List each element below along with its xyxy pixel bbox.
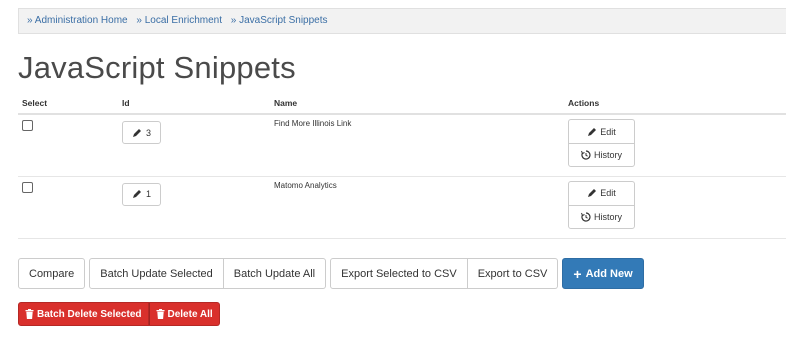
snippet-id: 1 — [146, 189, 152, 199]
history-label: History — [593, 150, 622, 160]
delete-group: Batch Delete Selected Delete All — [18, 302, 220, 326]
table-row: 3 Find More Illinois Link Edit History — [18, 114, 786, 177]
bulk-toolbar: Compare Batch Update Selected Batch Upda… — [18, 258, 644, 289]
edit-label: Edit — [600, 126, 616, 137]
batch-update-group: Batch Update Selected Batch Update All — [89, 258, 327, 289]
edit-id-button[interactable]: 3 — [122, 121, 162, 144]
trash-icon — [156, 309, 164, 319]
history-label: History — [593, 211, 622, 222]
batch-update-all-button[interactable]: Batch Update All — [223, 258, 327, 289]
pencil-icon — [133, 190, 141, 198]
compare-button[interactable]: Compare — [18, 258, 86, 289]
pencil-icon — [588, 189, 597, 197]
snippet-name: Find More Illinois Link — [274, 119, 352, 128]
breadcrumb-admin-home[interactable]: » Administration Home — [27, 15, 128, 26]
pencil-icon — [588, 127, 597, 136]
history-icon — [581, 211, 591, 222]
pencil-icon — [133, 128, 141, 137]
column-header-actions: Actions — [564, 92, 786, 115]
table-header-row: Select Id Name Actions — [18, 92, 786, 115]
column-header-name: Name — [270, 92, 564, 115]
breadcrumb-javascript-snippets[interactable]: » JavaScript Snippets — [231, 15, 328, 26]
plus-icon: + — [573, 265, 582, 282]
batch-update-selected-button[interactable]: Batch Update Selected — [89, 258, 224, 289]
column-header-select: Select — [18, 92, 118, 115]
edit-id-button[interactable]: 1 — [122, 182, 162, 206]
page-title: JavaScript Snippets — [18, 50, 296, 85]
export-selected-csv-button[interactable]: Export Selected to CSV — [330, 258, 468, 289]
export-group: Export Selected to CSV Export to CSV — [330, 258, 559, 289]
delete-all-button[interactable]: Delete All — [148, 302, 220, 326]
snippets-table: Select Id Name Actions 3 Find More Illin… — [18, 92, 786, 239]
trash-icon — [25, 309, 34, 319]
history-icon — [581, 150, 591, 160]
batch-delete-selected-label: Batch Delete Selected — [37, 308, 142, 320]
export-csv-button[interactable]: Export to CSV — [467, 258, 559, 289]
snippet-id: 3 — [146, 127, 152, 138]
select-checkbox[interactable] — [22, 181, 33, 193]
edit-button[interactable]: Edit — [568, 119, 635, 143]
history-button[interactable]: History — [568, 204, 635, 229]
breadcrumb-local-enrichment[interactable]: » Local Enrichment — [136, 15, 222, 26]
edit-label: Edit — [600, 188, 616, 198]
edit-button[interactable]: Edit — [568, 180, 635, 205]
history-button[interactable]: History — [568, 143, 635, 167]
snippet-name: Matomo Analytics — [274, 180, 337, 190]
select-checkbox[interactable] — [22, 120, 33, 131]
add-new-button[interactable]: + Add New — [562, 258, 644, 289]
add-new-label: Add New — [585, 267, 633, 280]
breadcrumb: » Administration Home » Local Enrichment… — [18, 8, 786, 34]
table-row: 1 Matomo Analytics Edit History — [18, 176, 786, 239]
column-header-id: Id — [118, 92, 270, 115]
row-actions: Edit History — [568, 180, 635, 229]
batch-delete-selected-button[interactable]: Batch Delete Selected — [18, 302, 149, 326]
delete-all-label: Delete All — [167, 308, 213, 320]
row-actions: Edit History — [568, 119, 635, 167]
